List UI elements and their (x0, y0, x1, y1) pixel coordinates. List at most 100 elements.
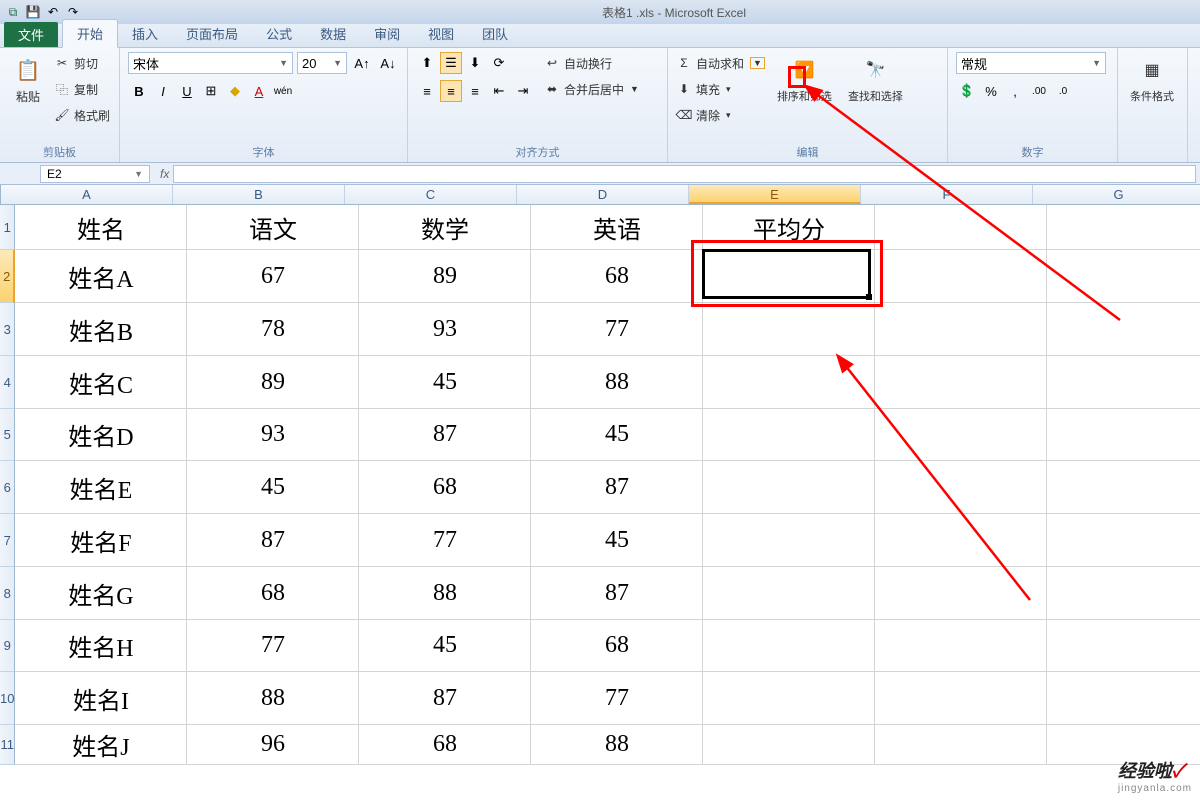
cell-E8[interactable] (703, 567, 875, 620)
bold-button[interactable]: B (128, 80, 150, 102)
merge-button[interactable]: ⬌合并后居中▼ (544, 78, 639, 100)
col-header-A[interactable]: A (1, 185, 173, 204)
font-color-button[interactable]: A (248, 80, 270, 102)
align-center-icon[interactable]: ≡ (440, 80, 462, 102)
tab-insert[interactable]: 插入 (118, 20, 172, 47)
cell-B9[interactable]: 77 (187, 620, 359, 672)
col-header-E[interactable]: E (689, 185, 861, 204)
indent-dec-icon[interactable]: ⇤ (488, 80, 510, 102)
cell-E2[interactable] (703, 250, 875, 303)
fill-button[interactable]: ⬇填充▾ (676, 78, 765, 100)
cell-G2[interactable] (1047, 250, 1200, 303)
increase-font-icon[interactable]: A↑ (351, 52, 373, 74)
cell-B10[interactable]: 88 (187, 672, 359, 725)
col-header-B[interactable]: B (173, 185, 345, 204)
cell-F9[interactable] (875, 620, 1047, 672)
orientation-icon[interactable]: ⟳ (488, 52, 510, 74)
cell-A4[interactable]: 姓名C (15, 356, 187, 409)
align-bottom-icon[interactable]: ⬇ (464, 52, 486, 74)
cell-F7[interactable] (875, 514, 1047, 567)
cell-A3[interactable]: 姓名B (15, 303, 187, 356)
formula-input[interactable] (173, 165, 1196, 183)
row-header-10[interactable]: 10 (0, 672, 15, 725)
cell-C9[interactable]: 45 (359, 620, 531, 672)
row-header-4[interactable]: 4 (0, 356, 15, 409)
comma-icon[interactable]: , (1004, 80, 1026, 102)
wrap-button[interactable]: ↩自动换行 (544, 52, 639, 74)
border-button[interactable]: ⊞ (200, 80, 222, 102)
cell-A1[interactable]: 姓名 (15, 205, 187, 250)
cell-E1[interactable]: 平均分 (703, 205, 875, 250)
cell-C6[interactable]: 68 (359, 461, 531, 514)
cell-G4[interactable] (1047, 356, 1200, 409)
cell-G6[interactable] (1047, 461, 1200, 514)
cell-D3[interactable]: 77 (531, 303, 703, 356)
row-header-7[interactable]: 7 (0, 514, 15, 567)
indent-inc-icon[interactable]: ⇥ (512, 80, 534, 102)
cell-E7[interactable] (703, 514, 875, 567)
cell-A11[interactable]: 姓名J (15, 725, 187, 765)
cell-D4[interactable]: 88 (531, 356, 703, 409)
increase-decimal-icon[interactable]: .00 (1028, 80, 1050, 102)
cell-C5[interactable]: 87 (359, 409, 531, 461)
tab-file[interactable]: 文件 (4, 22, 58, 47)
cell-B5[interactable]: 93 (187, 409, 359, 461)
cell-C1[interactable]: 数学 (359, 205, 531, 250)
decrease-font-icon[interactable]: A↓ (377, 52, 399, 74)
align-right-icon[interactable]: ≡ (464, 80, 486, 102)
cell-F4[interactable] (875, 356, 1047, 409)
cell-B4[interactable]: 89 (187, 356, 359, 409)
cell-D5[interactable]: 45 (531, 409, 703, 461)
cell-B2[interactable]: 67 (187, 250, 359, 303)
col-header-G[interactable]: G (1033, 185, 1200, 204)
clear-button[interactable]: ⌫清除▾ (676, 104, 765, 126)
cell-F5[interactable] (875, 409, 1047, 461)
cell-C3[interactable]: 93 (359, 303, 531, 356)
cell-B7[interactable]: 87 (187, 514, 359, 567)
cell-D11[interactable]: 88 (531, 725, 703, 765)
align-middle-icon[interactable]: ☰ (440, 52, 462, 74)
currency-icon[interactable]: 💲 (956, 80, 978, 102)
cell-E9[interactable] (703, 620, 875, 672)
cell-D8[interactable]: 87 (531, 567, 703, 620)
cell-G5[interactable] (1047, 409, 1200, 461)
cell-A5[interactable]: 姓名D (15, 409, 187, 461)
decrease-decimal-icon[interactable]: .0 (1052, 80, 1074, 102)
cell-B8[interactable]: 68 (187, 567, 359, 620)
col-header-D[interactable]: D (517, 185, 689, 204)
number-format-combo[interactable]: 常规▼ (956, 52, 1106, 74)
percent-icon[interactable]: % (980, 80, 1002, 102)
col-header-F[interactable]: F (861, 185, 1033, 204)
cell-C8[interactable]: 88 (359, 567, 531, 620)
cell-E5[interactable] (703, 409, 875, 461)
conditional-format-button[interactable]: ▦ 条件格式 (1126, 52, 1178, 106)
cell-G3[interactable] (1047, 303, 1200, 356)
cell-D6[interactable]: 87 (531, 461, 703, 514)
cell-D2[interactable]: 68 (531, 250, 703, 303)
cell-A2[interactable]: 姓名A (15, 250, 187, 303)
cell-C2[interactable]: 89 (359, 250, 531, 303)
cell-D1[interactable]: 英语 (531, 205, 703, 250)
cut-button[interactable]: ✂剪切 (54, 52, 110, 74)
undo-icon[interactable]: ↶ (44, 3, 62, 21)
cell-B6[interactable]: 45 (187, 461, 359, 514)
save-icon[interactable]: 💾 (24, 3, 42, 21)
row-header-3[interactable]: 3 (0, 303, 15, 356)
cell-F2[interactable] (875, 250, 1047, 303)
col-header-C[interactable]: C (345, 185, 517, 204)
cell-F11[interactable] (875, 725, 1047, 765)
cell-G8[interactable] (1047, 567, 1200, 620)
row-header-8[interactable]: 8 (0, 567, 15, 620)
cell-E4[interactable] (703, 356, 875, 409)
align-left-icon[interactable]: ≡ (416, 80, 438, 102)
align-top-icon[interactable]: ⬆ (416, 52, 438, 74)
find-button[interactable]: 🔭 查找和选择 (844, 52, 907, 106)
cell-D7[interactable]: 45 (531, 514, 703, 567)
cell-A8[interactable]: 姓名G (15, 567, 187, 620)
cell-B11[interactable]: 96 (187, 725, 359, 765)
cells-area[interactable]: 姓名语文数学英语平均分姓名A678968姓名B789377姓名C894588姓名… (15, 205, 1200, 765)
phonetic-button[interactable]: wén (272, 80, 294, 102)
sort-button[interactable]: 🔽 排序和筛选 (773, 52, 836, 106)
cell-B3[interactable]: 78 (187, 303, 359, 356)
row-header-1[interactable]: 1 (0, 205, 15, 250)
